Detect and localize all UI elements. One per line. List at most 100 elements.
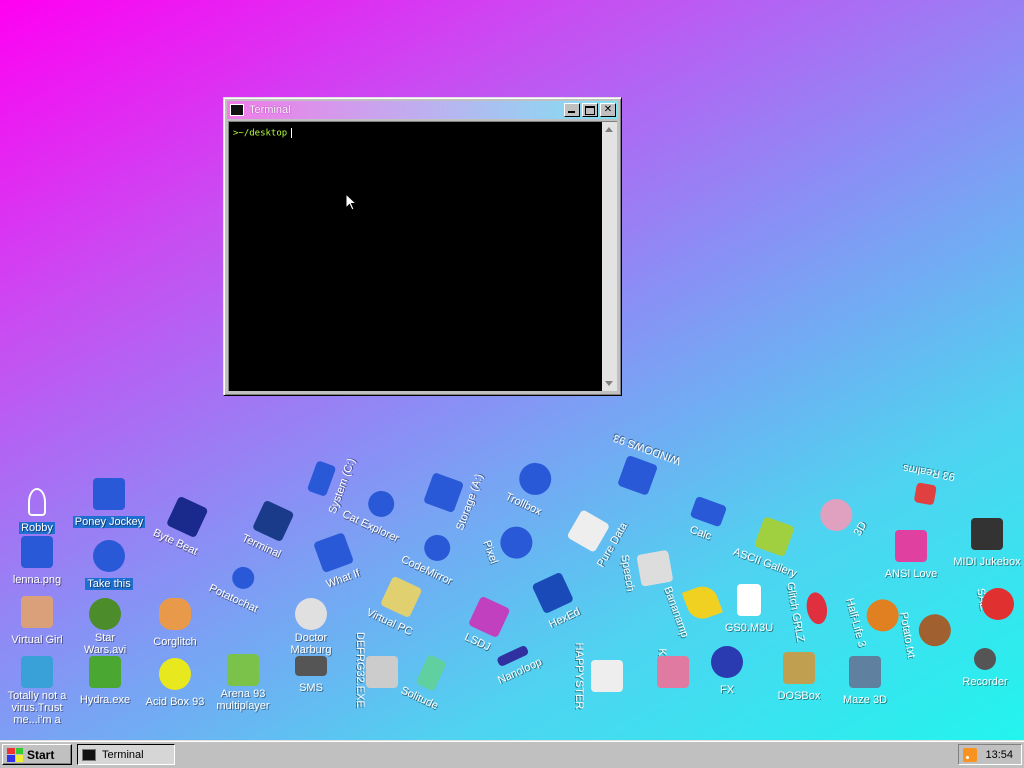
desktop-icon-label: FX (719, 684, 735, 696)
desktop-icon-doctor-marburg[interactable]: Doctor Marburg (274, 598, 348, 658)
stick-figure-icon (28, 488, 46, 516)
image-icon (21, 536, 53, 568)
minimize-button[interactable] (564, 103, 580, 117)
desktop-icon-lenna[interactable]: lenna.png (0, 536, 74, 588)
start-button[interactable]: Start (2, 744, 72, 765)
terminal-icon (230, 104, 244, 116)
floppy-icon (423, 472, 465, 514)
windows-icon (617, 454, 659, 496)
close-button[interactable]: ✕ (600, 103, 616, 117)
hexagon-icon (531, 571, 575, 615)
terminal-window[interactable]: Terminal ✕ >~/desktop (223, 97, 622, 396)
piano-icon (971, 518, 1003, 550)
desktop-icon-corglitch[interactable]: Corglitch (138, 598, 212, 650)
desktop-icon-label: SMS (299, 682, 323, 694)
desktop-icon-label: 3D (851, 519, 870, 539)
desktop-icon-take-this[interactable]: Take this (72, 540, 146, 592)
glass-icon (415, 654, 448, 692)
happyster-icon (591, 660, 623, 692)
ball-icon (982, 588, 1014, 620)
byte-beat-icon (165, 495, 209, 539)
taskbar-item-terminal[interactable]: Terminal (77, 744, 175, 765)
desktop-icon-gs0m3u[interactable]: GS0.M3U (712, 584, 786, 636)
ascii-icon (753, 516, 795, 558)
maximize-button[interactable] (582, 103, 598, 117)
desktop-icon-poney-jockey[interactable]: Poney Jockey (72, 478, 146, 530)
desktop-icon-virtual-girl[interactable]: Virtual Girl (0, 596, 74, 648)
desktop-icon-dolphin[interactable]: Totally not a virus.Trust me...i'm a dol… (0, 656, 74, 731)
hydra-icon (89, 656, 121, 688)
desktop-icon-93-realms[interactable]: 93 Realms (887, 458, 967, 510)
microphone-icon (974, 648, 996, 670)
desktop-icon-label: Acid Box 93 (145, 696, 205, 708)
terminal-prompt[interactable]: >~/desktop (233, 128, 293, 139)
yoda-icon (89, 598, 121, 630)
window-title: Terminal (249, 104, 291, 116)
start-label: Start (27, 747, 55, 762)
prompt-text: >~/desktop (233, 128, 288, 139)
desktop-icon-sae-graphic[interactable] (976, 588, 1020, 622)
desktop-icon-windows93[interactable]: WINDOWS 93 (597, 429, 684, 503)
face-icon (21, 596, 53, 628)
desktop-icon-label: 93 Realms (902, 461, 957, 483)
desktop-icon-maze-3d[interactable]: Maze 3D (828, 656, 902, 708)
desktop-icon-label: LSDJ (462, 631, 493, 654)
chat-bubbles-icon (513, 457, 557, 501)
desktop-icon-robby[interactable]: Robby (0, 488, 74, 536)
start-logo-icon (7, 747, 23, 762)
globe-icon (228, 563, 258, 593)
ansi-icon (895, 530, 927, 562)
desktop-icon-label: Totally not a virus.Trust me...i'm a dol… (7, 690, 67, 726)
terminal-icon (251, 499, 295, 543)
rss-icon[interactable] (963, 747, 978, 762)
clock: 13:54 (985, 748, 1013, 761)
desktop-icon-label: HAPPYSTER (573, 642, 585, 710)
desktop-icon-label: Robby (19, 522, 55, 534)
desktop-icon-label: Star Wars.avi (83, 632, 127, 656)
desktop-icon-dosbox[interactable]: DOSBox (762, 652, 836, 704)
cat-globe-icon (363, 486, 399, 522)
desktop-icon-solitude[interactable]: Solitude (382, 643, 471, 721)
dolphin-icon (21, 656, 53, 688)
computer-icon (379, 575, 423, 619)
system-tray: 13:54 (958, 744, 1022, 765)
desktop-icon-label: Take this (85, 578, 133, 590)
codemirror-icon (419, 530, 455, 566)
desktop-icon-ansi-love[interactable]: ANSI Love (874, 530, 948, 582)
desktop-icon-label: Half-Life 3 (843, 596, 868, 649)
desktop-icon-glitch-grlz[interactable]: Glitch GRLZ (781, 570, 833, 650)
text-cursor (291, 128, 293, 138)
desktop-icon-recorder[interactable]: Recorder (948, 648, 1022, 690)
window-titlebar[interactable]: Terminal ✕ (227, 101, 618, 119)
desktop-icon-arena[interactable]: Arena 93 multiplayer (206, 654, 280, 714)
desktop-icon-acid-box[interactable]: Acid Box 93 (138, 658, 212, 710)
terminal-output[interactable]: >~/desktop (228, 121, 617, 391)
desktop-icon-midi-jukebox[interactable]: MIDI Jukebox (950, 518, 1024, 570)
desktop-icon-label: Calc (688, 523, 713, 543)
portrait-icon (657, 656, 689, 688)
desktop-icon-sms[interactable]: SMS (274, 656, 348, 696)
desktop-icon-label: lenna.png (12, 574, 62, 586)
dosbox-icon (783, 652, 815, 684)
desktop: Robby Poney Jockey lenna.png Take this V… (0, 0, 1024, 740)
desktop-icon-label: DOSBox (777, 690, 821, 702)
doctor-icon (295, 598, 327, 630)
potato-icon (916, 611, 954, 649)
desktop-icon-star-wars[interactable]: Star Wars.avi (68, 598, 142, 658)
desktop-icon-hydra[interactable]: Hydra.exe (68, 656, 142, 708)
scroll-down-arrow-icon[interactable] (605, 381, 613, 386)
desktop-icon-label: Hydra.exe (79, 694, 131, 706)
smiley-icon (159, 658, 191, 690)
character-icon (93, 540, 125, 572)
desktop-icon-happyster[interactable]: HAPPYSTER (571, 639, 623, 713)
dog-icon (159, 598, 191, 630)
scroll-up-arrow-icon[interactable] (605, 127, 613, 132)
desktop-icon-label: GS0.M3U (724, 622, 774, 634)
vertical-scrollbar[interactable] (602, 122, 617, 391)
what-if-icon (313, 532, 355, 574)
knight-icon (913, 482, 937, 506)
terminal-icon (82, 748, 96, 761)
maze-icon (849, 656, 881, 688)
desktop-icon-fx[interactable]: FX (690, 646, 764, 698)
desktop-icon-ascii-gallery[interactable]: ASCII Gallery (727, 509, 814, 583)
